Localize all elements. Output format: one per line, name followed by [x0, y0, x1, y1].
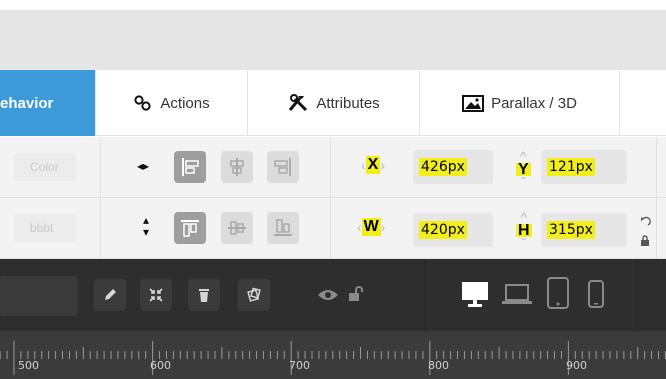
tab-strip: ehavior Actions Attributes Parallax / 3D	[0, 70, 666, 136]
divider	[100, 198, 101, 259]
tab-attributes[interactable]: Attributes	[248, 70, 420, 136]
align-bottom-button[interactable]	[267, 212, 299, 244]
desktop-icon[interactable]	[459, 279, 491, 309]
link-icon	[133, 95, 153, 111]
align-middle-icon	[228, 221, 246, 235]
w-input[interactable]: 420px	[413, 213, 493, 247]
size-row: bbbt ▴ ▾ ‹ W › 420px ^ H ˇ 315px	[0, 198, 666, 259]
delete-button[interactable]	[188, 279, 220, 311]
divider	[656, 198, 657, 259]
edit-button[interactable]	[94, 279, 126, 311]
divider	[637, 259, 638, 331]
divider	[656, 137, 657, 198]
align-top-icon	[181, 220, 199, 237]
ruler-label: 500	[18, 359, 39, 372]
y-label: ^ Y ˇ	[516, 148, 531, 190]
layer-toolbar	[0, 259, 666, 331]
pencil-icon	[105, 289, 116, 300]
tab-actions-label: Actions	[160, 94, 210, 112]
copy-button[interactable]	[238, 279, 270, 311]
divider	[100, 137, 101, 198]
align-center-icon	[230, 158, 244, 176]
x-label: ‹ X ›	[361, 156, 386, 174]
color-field-label: Color	[30, 160, 59, 174]
lock-icon[interactable]	[639, 234, 651, 246]
tab-actions[interactable]: Actions	[96, 70, 248, 136]
h-input[interactable]: 315px	[541, 213, 627, 247]
shrink-icon	[149, 288, 163, 302]
tab-parallax-3d[interactable]: Parallax / 3D	[420, 70, 620, 136]
horizontal-arrows-icon: ◂▸	[137, 159, 150, 173]
vertical-arrows-icon: ▴ ▾	[143, 213, 150, 239]
tablet-icon[interactable]	[545, 276, 571, 310]
y-input[interactable]: 121px	[541, 150, 627, 184]
reset-icon[interactable]	[638, 216, 652, 228]
top-bar	[0, 10, 666, 70]
align-center-button[interactable]	[221, 151, 253, 183]
dropdown-field-label: bbbt	[30, 221, 54, 235]
image-icon	[462, 94, 485, 112]
align-middle-button[interactable]	[221, 212, 253, 244]
align-top-button[interactable]	[174, 212, 206, 244]
align-bottom-icon	[274, 219, 292, 236]
h-label: ^ H ˇ	[516, 209, 532, 251]
copy-icon	[247, 287, 261, 302]
divider	[330, 137, 331, 198]
divider	[330, 198, 331, 259]
position-row: Color ◂▸ ‹ X › 426px ^ Y ˇ 121px	[0, 137, 666, 198]
align-right-icon	[274, 158, 291, 176]
ruler-label: 800	[428, 359, 449, 372]
eye-icon[interactable]	[316, 286, 340, 304]
tools-icon	[287, 94, 309, 112]
align-right-button[interactable]	[267, 151, 299, 183]
tab-behavior[interactable]: ehavior	[0, 70, 96, 136]
duplicate-button[interactable]	[140, 279, 172, 311]
x-input[interactable]: 426px	[413, 150, 493, 184]
unlock-icon[interactable]	[346, 284, 366, 304]
align-left-icon	[182, 158, 199, 176]
align-left-button[interactable]	[174, 151, 206, 183]
ruler-label: 700	[289, 359, 310, 372]
tab-behavior-label: ehavior	[0, 94, 54, 112]
w-label: ‹ W ›	[357, 218, 386, 236]
ruler: 500 600 700 800 900	[0, 331, 666, 379]
tab-attributes-label: Attributes	[316, 94, 380, 112]
tab-parallax-3d-label: Parallax / 3D	[491, 94, 577, 112]
ruler-label: 900	[566, 359, 587, 372]
divider	[425, 259, 426, 331]
laptop-icon[interactable]	[500, 282, 534, 306]
ruler-label: 600	[150, 359, 171, 372]
layer-name-input[interactable]	[0, 276, 78, 316]
phone-icon[interactable]	[587, 279, 605, 309]
trash-icon	[199, 289, 209, 302]
